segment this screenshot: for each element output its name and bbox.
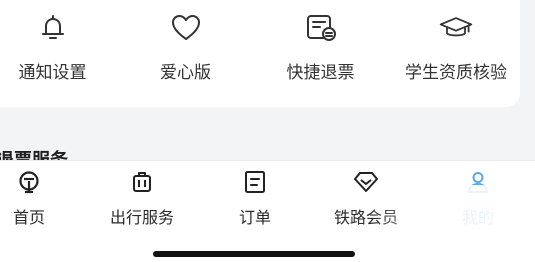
ticket-refund-icon — [303, 10, 339, 46]
notification-settings-button[interactable]: 通知设置 — [0, 0, 105, 107]
student-verification-button[interactable]: 学生资质核验 — [392, 0, 520, 107]
tab-home-label: 首页 — [12, 208, 45, 227]
tab-travel-services-label: 出行服务 — [109, 208, 174, 227]
heart-icon — [168, 10, 204, 46]
tab-home[interactable]: 首页 — [0, 161, 58, 231]
love-version-button[interactable]: 爱心版 — [133, 0, 238, 107]
bell-icon — [35, 10, 71, 46]
tab-travel-services[interactable]: 出行服务 — [95, 161, 189, 231]
home-indicator[interactable] — [153, 251, 355, 257]
tab-orders-label: 订单 — [238, 208, 271, 227]
notification-settings-label: 通知设置 — [18, 63, 87, 83]
bottom-tab-bar: 首页 出行服务 订单 铁路会员 我的 — [0, 160, 535, 262]
luggage-icon — [128, 168, 156, 196]
quick-refund-button[interactable]: 快捷退票 — [268, 0, 373, 107]
tab-mine-label: 我的 — [461, 208, 494, 227]
student-verification-label: 学生资质核验 — [405, 63, 507, 83]
user-icon — [464, 168, 492, 196]
tab-orders[interactable]: 订单 — [225, 161, 285, 231]
tab-railway-membership[interactable]: 铁路会员 — [320, 161, 412, 231]
love-version-label: 爱心版 — [160, 63, 211, 83]
graduation-cap-icon — [438, 10, 474, 46]
services-card: 通知设置 爱心版 快捷退票 学生资质核验 — [0, 0, 520, 107]
train-logo-icon — [15, 168, 43, 196]
quick-refund-label: 快捷退票 — [286, 63, 355, 83]
order-list-icon — [241, 168, 269, 196]
tab-railway-membership-label: 铁路会员 — [333, 208, 398, 227]
diamond-icon — [352, 168, 380, 196]
tab-mine[interactable]: 我的 — [445, 161, 511, 231]
